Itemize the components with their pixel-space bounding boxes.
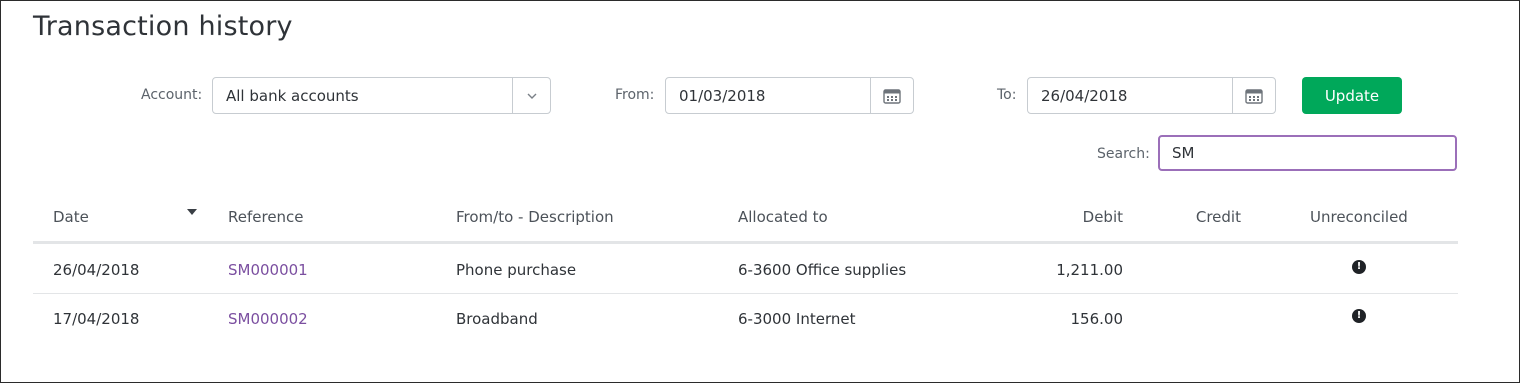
column-header-credit[interactable]: Credit — [1141, 208, 1241, 226]
row-allocated-to: 6-3000 Internet — [738, 310, 856, 328]
row-description: Broadband — [456, 310, 538, 328]
alert-icon[interactable]: ! — [1352, 309, 1366, 323]
from-date-field[interactable]: 01/03/2018 — [665, 77, 914, 114]
to-date-field[interactable]: 26/04/2018 — [1027, 77, 1276, 114]
account-select[interactable]: All bank accounts — [212, 77, 551, 114]
column-header-date[interactable]: Date — [53, 208, 89, 226]
transaction-history-panel: Transaction history Account: All bank ac… — [0, 0, 1520, 383]
sort-descending-icon[interactable] — [187, 209, 197, 215]
column-header-debit[interactable]: Debit — [1023, 208, 1123, 226]
row-reference-link[interactable]: SM000001 — [228, 261, 308, 279]
column-header-allocated-to[interactable]: Allocated to — [738, 208, 828, 226]
row-allocated-to: 6-3600 Office supplies — [738, 261, 907, 279]
chevron-down-icon[interactable] — [512, 78, 550, 113]
row-debit: 1,211.00 — [1056, 261, 1123, 279]
row-reference-link[interactable]: SM000002 — [228, 310, 308, 328]
to-label: To: — [997, 87, 1017, 103]
row-date: 17/04/2018 — [53, 310, 140, 328]
row-date: 26/04/2018 — [53, 261, 140, 279]
to-date-value: 26/04/2018 — [1041, 86, 1128, 105]
update-button[interactable]: Update — [1302, 77, 1402, 114]
calendar-icon[interactable] — [870, 78, 913, 113]
from-label: From: — [615, 87, 655, 103]
table-row[interactable]: 26/04/2018 SM000001 Phone purchase 6-360… — [33, 244, 1458, 294]
page-title: Transaction history — [33, 11, 293, 42]
account-select-value: All bank accounts — [226, 86, 359, 105]
column-header-description[interactable]: From/to - Description — [456, 208, 614, 226]
column-header-unreconciled[interactable]: Unreconciled — [1310, 208, 1408, 226]
column-header-reference[interactable]: Reference — [228, 208, 304, 226]
row-debit: 156.00 — [1070, 310, 1124, 328]
search-input[interactable] — [1158, 135, 1457, 171]
table-header: Date Reference From/to - Description All… — [33, 197, 1458, 244]
account-label: Account: — [141, 87, 203, 103]
row-description: Phone purchase — [456, 261, 577, 279]
search-label: Search: — [1097, 146, 1150, 162]
from-date-value: 01/03/2018 — [679, 86, 766, 105]
alert-icon[interactable]: ! — [1352, 260, 1366, 274]
calendar-icon[interactable] — [1232, 78, 1275, 113]
table-row[interactable]: 17/04/2018 SM000002 Broadband 6-3000 Int… — [33, 293, 1458, 342]
